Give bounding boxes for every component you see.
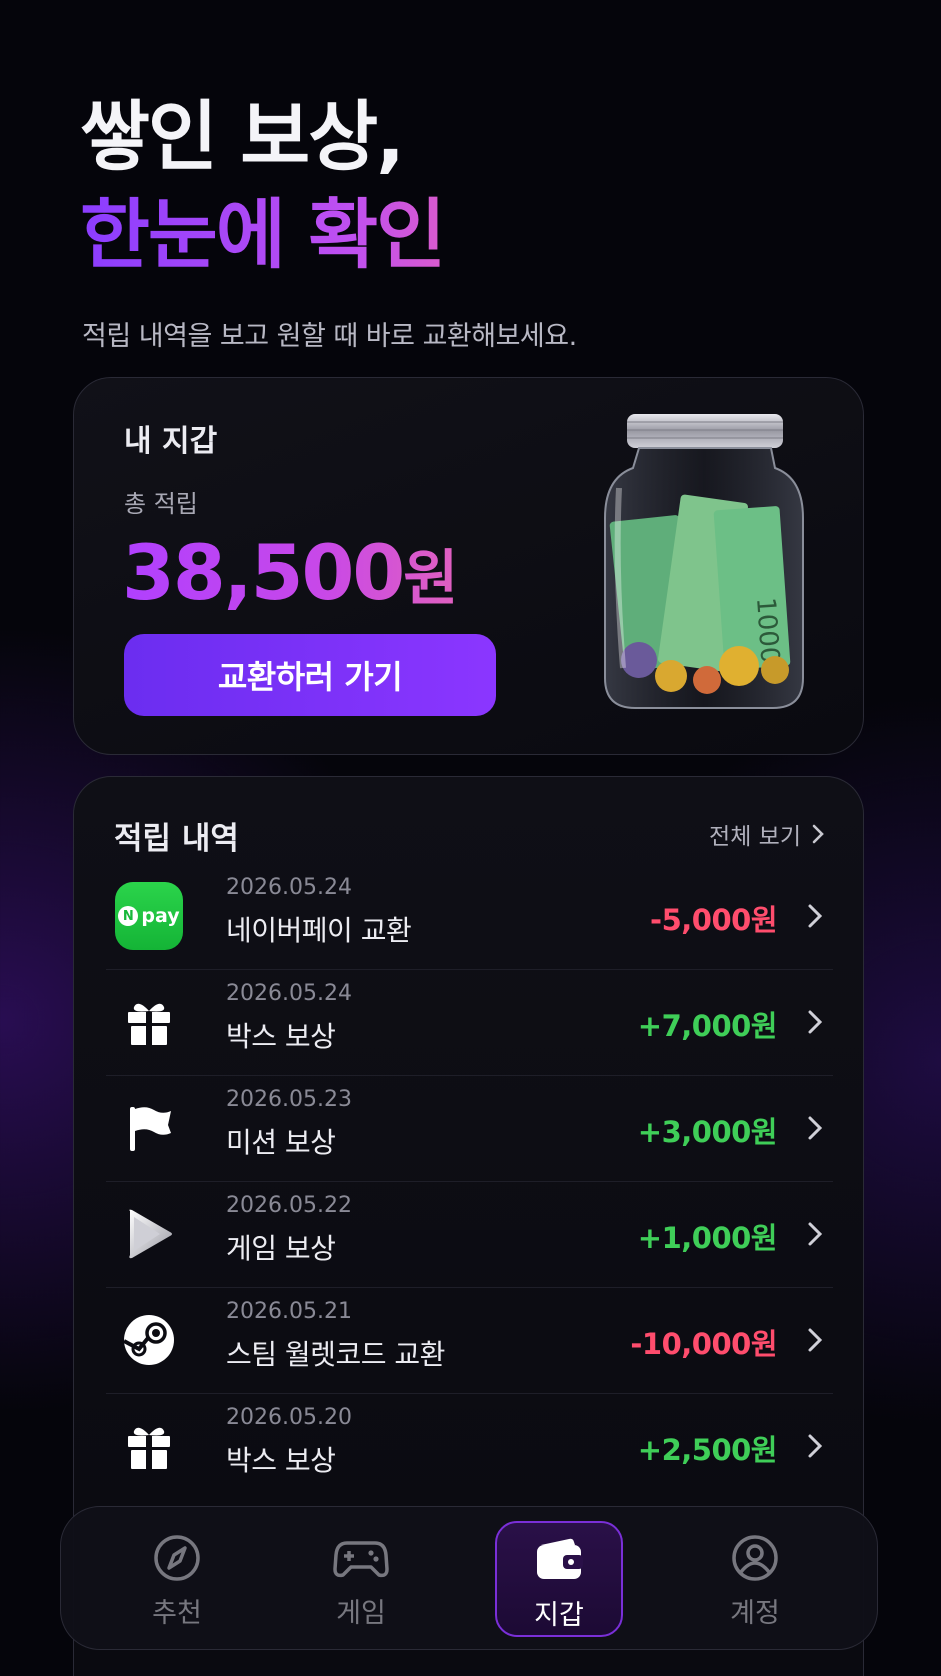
wallet-title: 내 지갑 xyxy=(124,424,218,459)
bottom-nav: 추천 게임 지갑 계정 xyxy=(60,1506,878,1650)
history-name: 미션 보상 xyxy=(226,1126,336,1159)
hero-title-line1: 쌓인 보상, xyxy=(80,92,405,181)
history-amount: +7,000원 xyxy=(637,1009,778,1043)
history-date: 2026.05.24 xyxy=(226,981,352,1006)
tab-label: 계정 xyxy=(730,1598,780,1629)
tab-recommend[interactable]: 추천 xyxy=(113,1521,241,1637)
chevron-right-icon xyxy=(812,824,824,844)
total-amount-value: 38,500 xyxy=(122,528,404,617)
history-name: 게임 보상 xyxy=(226,1232,336,1265)
compass-icon xyxy=(154,1535,200,1581)
history-row[interactable]: 2026.05.21 스팀 월렛코드 교환 -10,000원 xyxy=(106,1287,833,1394)
tab-game[interactable]: 게임 xyxy=(297,1521,425,1637)
total-label: 총 적립 xyxy=(124,490,198,518)
chevron-right-icon xyxy=(808,1222,823,1246)
play-icon xyxy=(114,1199,184,1269)
history-name: 박스 보상 xyxy=(226,1020,336,1053)
total-amount: 38,500원 xyxy=(122,528,456,617)
tab-label: 게임 xyxy=(336,1598,386,1629)
npay-icon: Npay xyxy=(114,881,184,951)
gamepad-icon xyxy=(333,1541,389,1578)
tab-label: 지갑 xyxy=(534,1600,584,1631)
chevron-right-icon xyxy=(808,1328,823,1352)
chevron-right-icon xyxy=(808,1116,823,1140)
history-amount: +1,000원 xyxy=(637,1221,778,1255)
wallet-icon xyxy=(537,1538,583,1579)
hero-subtitle: 적립 내역을 보고 원할 때 바로 교환해보세요. xyxy=(82,321,577,352)
history-name: 네이버페이 교환 xyxy=(226,914,412,947)
history-row[interactable]: 2026.05.20 박스 보상 +2,500원 xyxy=(106,1393,833,1499)
hero-title-line2: 한눈에 확인 xyxy=(80,186,577,284)
history-title: 적립 내역 xyxy=(114,821,239,857)
npay-n-mark: N xyxy=(118,906,139,926)
history-row[interactable]: 2026.05.24 박스 보상 +7,000원 xyxy=(106,969,833,1076)
history-date: 2026.05.23 xyxy=(226,1087,352,1112)
total-amount-unit: 원 xyxy=(403,544,457,614)
history-name: 박스 보상 xyxy=(226,1444,336,1477)
view-all-link[interactable]: 전체 보기 xyxy=(709,817,825,851)
exchange-button[interactable]: 교환하러 가기 xyxy=(124,634,496,716)
gift-icon xyxy=(114,987,184,1057)
steam-icon xyxy=(114,1305,184,1375)
history-row[interactable]: Npay 2026.05.24 네이버페이 교환 -5,000원 xyxy=(106,863,833,970)
hero-section: 쌓인 보상, 한눈에 확인 적립 내역을 보고 원할 때 바로 교환해보세요. xyxy=(80,88,577,353)
history-date: 2026.05.20 xyxy=(226,1405,352,1430)
history-name: 스팀 월렛코드 교환 xyxy=(226,1338,445,1371)
history-amount: -10,000원 xyxy=(630,1327,777,1361)
chevron-right-icon xyxy=(808,1434,823,1458)
history-date: 2026.05.21 xyxy=(226,1299,352,1324)
history-row[interactable]: 2026.05.22 게임 보상 +1,000원 xyxy=(106,1181,833,1288)
wallet-card: 내 지갑 총 적립 38,500원 교환하러 가기 10000 xyxy=(73,377,864,755)
history-date: 2026.05.24 xyxy=(226,875,352,900)
tab-account[interactable]: 계정 xyxy=(691,1521,819,1637)
history-row[interactable]: 2026.05.23 미션 보상 +3,000원 xyxy=(106,1075,833,1182)
chevron-right-icon xyxy=(808,904,823,928)
view-all-label: 전체 보기 xyxy=(709,824,801,850)
tab-label: 추천 xyxy=(152,1598,202,1629)
hero-heading: 쌓인 보상, 한눈에 확인 xyxy=(80,88,577,284)
npay-badge: Npay xyxy=(115,882,183,950)
history-amount: +3,000원 xyxy=(637,1115,778,1149)
history-date: 2026.05.22 xyxy=(226,1193,352,1218)
gift-icon xyxy=(114,1411,184,1481)
chevron-right-icon xyxy=(808,1010,823,1034)
history-amount: -5,000원 xyxy=(650,903,777,937)
money-jar-icon: 10000 xyxy=(604,414,804,709)
tab-wallet[interactable]: 지갑 xyxy=(495,1521,623,1637)
history-amount: +2,500원 xyxy=(637,1433,778,1467)
flag-icon xyxy=(114,1093,184,1163)
npay-text: pay xyxy=(141,905,180,927)
user-icon xyxy=(732,1535,778,1581)
